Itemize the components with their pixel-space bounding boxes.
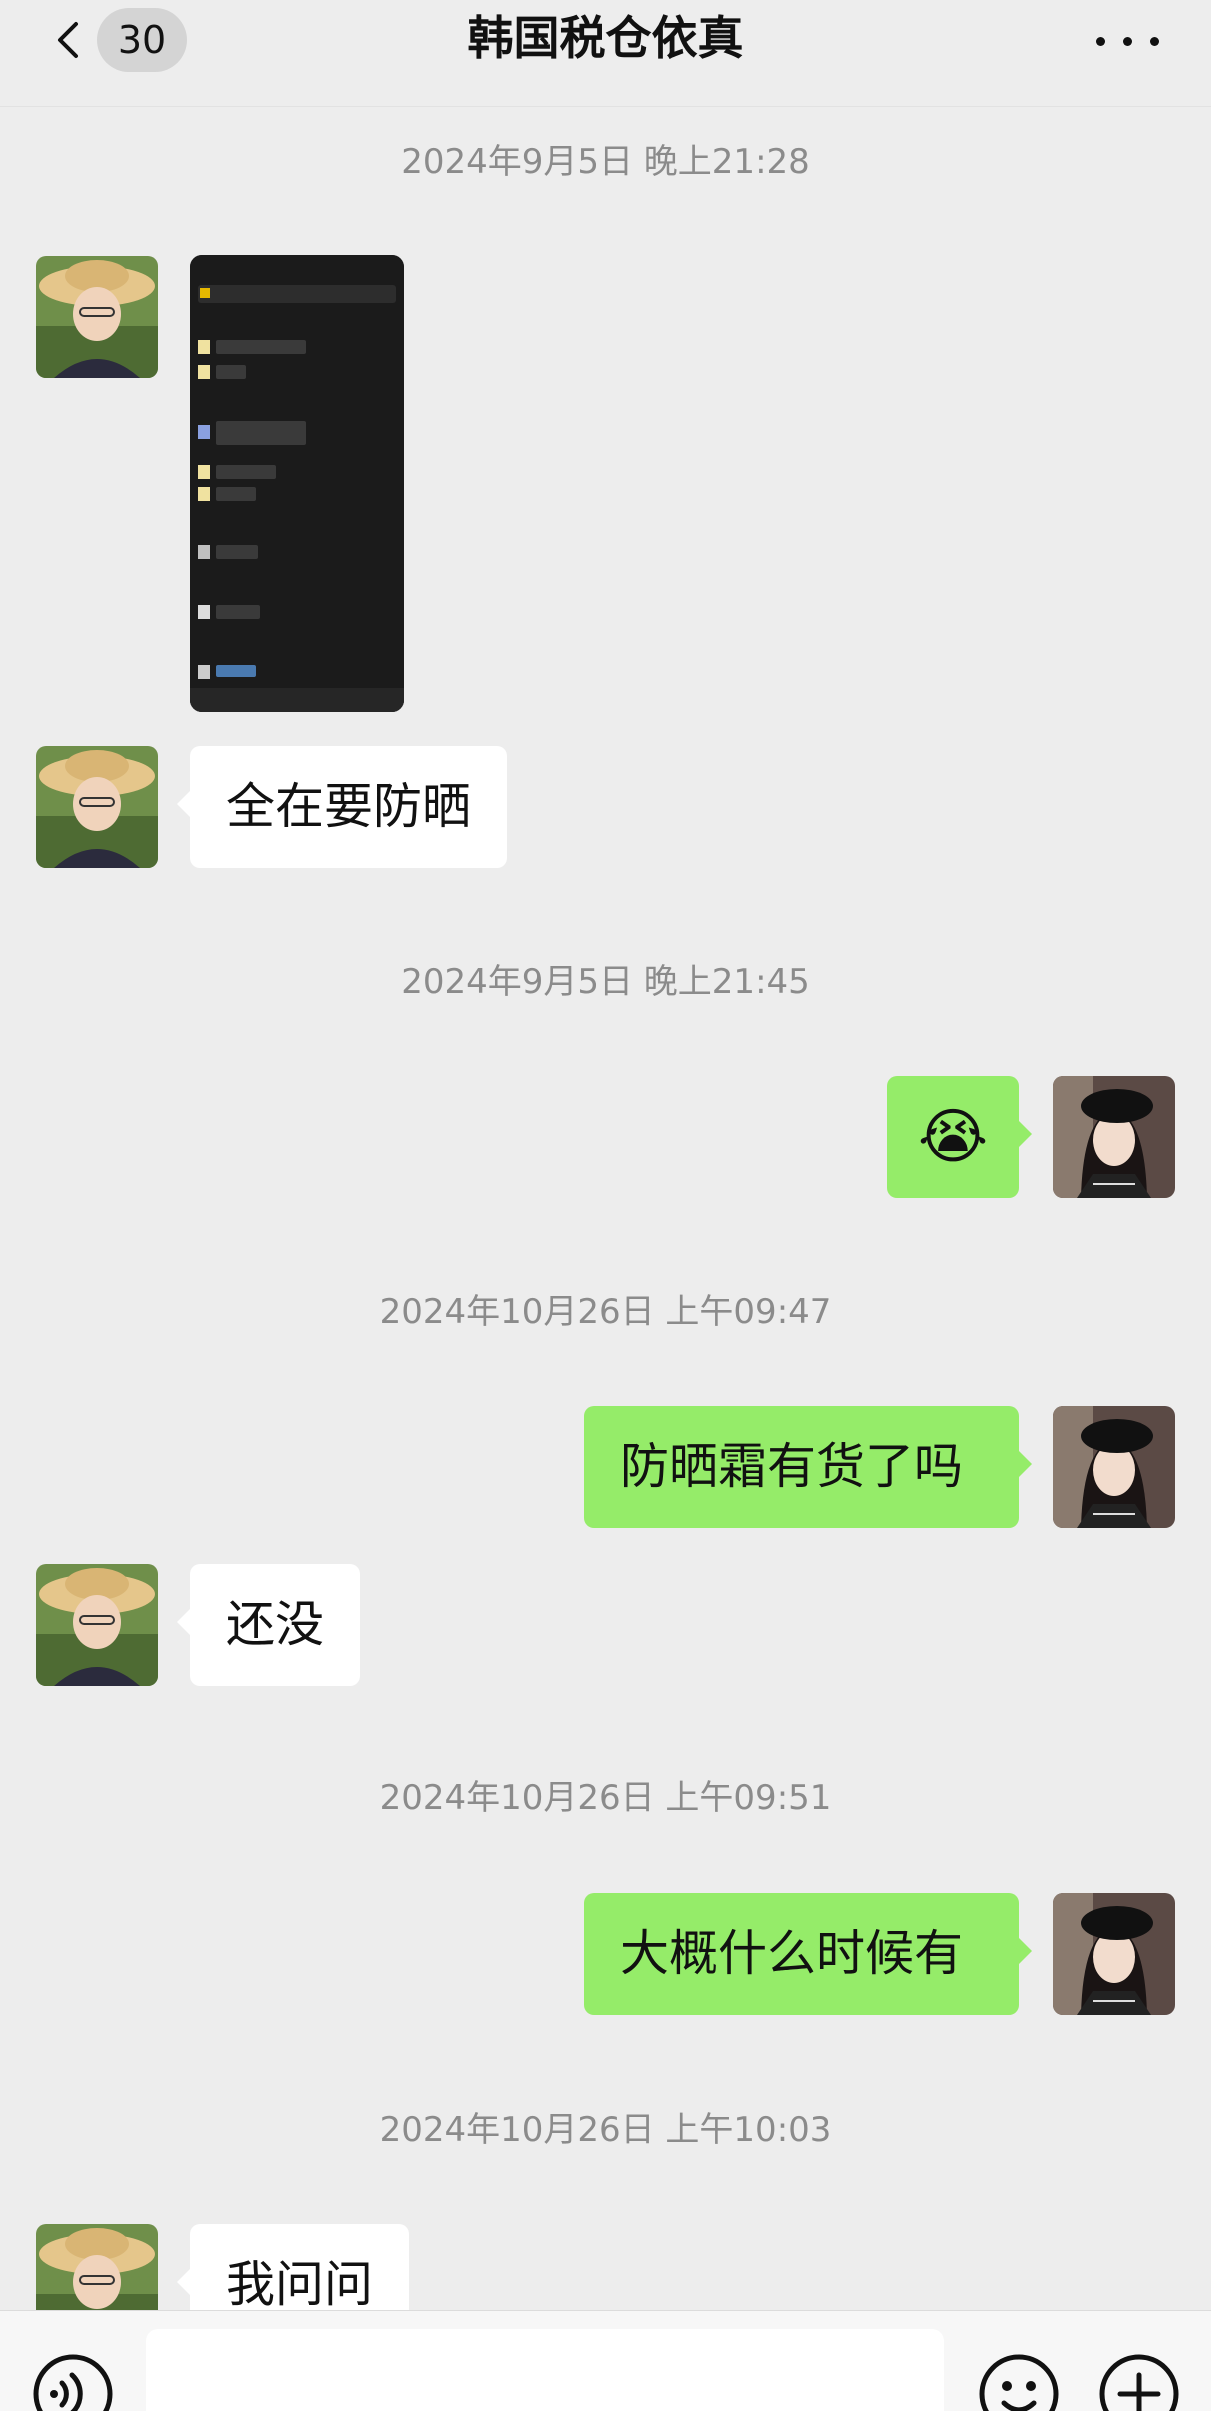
- contact-avatar-photo: [36, 256, 158, 378]
- chat-screenshot-thumbnail: [190, 255, 404, 712]
- chat-title: 韩国税仓依真: [467, 11, 744, 65]
- chevron-left-icon: [58, 22, 78, 58]
- message-input[interactable]: [146, 2329, 944, 2411]
- my-avatar[interactable]: [1053, 1076, 1175, 1198]
- incoming-message-bubble[interactable]: 全在要防晒: [176, 746, 508, 868]
- my-avatar-photo: [1053, 1406, 1175, 1528]
- my-avatar[interactable]: [1053, 1406, 1175, 1528]
- voice-icon[interactable]: [32, 2353, 114, 2411]
- plus-circle-icon[interactable]: [1098, 2353, 1180, 2411]
- back-button[interactable]: 30: [38, 8, 188, 72]
- emoji-face-icon[interactable]: [978, 2353, 1060, 2411]
- my-avatar[interactable]: [1053, 1893, 1175, 2015]
- image-message[interactable]: [190, 255, 404, 712]
- message-timestamp: 2024年10月26日 上午10:03: [379, 2110, 832, 2150]
- message-timestamp: 2024年10月26日 上午09:51: [379, 1778, 832, 1818]
- outgoing-message-bubble[interactable]: 大概什么时候有: [584, 1893, 1032, 2015]
- outgoing-emoji-bubble[interactable]: 😭: [887, 1076, 1032, 1198]
- my-avatar-photo: [1053, 1076, 1175, 1198]
- incoming-message-bubble[interactable]: 还没: [176, 1564, 361, 1686]
- contact-avatar-photo: [36, 1564, 158, 1686]
- contact-avatar-photo: [36, 746, 158, 868]
- more-options-button[interactable]: [1090, 20, 1166, 60]
- my-avatar-photo: [1053, 1893, 1175, 2015]
- message-timestamp: 2024年9月5日 晚上21:45: [401, 962, 810, 1002]
- input-bar: [0, 2310, 1211, 2411]
- chat-header: 30 韩国税仓依真: [0, 0, 1211, 107]
- message-timestamp: 2024年10月26日 上午09:47: [379, 1292, 832, 1332]
- more-horizontal-icon: [1096, 37, 1105, 46]
- contact-avatar[interactable]: [36, 1564, 158, 1686]
- contact-avatar[interactable]: [36, 746, 158, 868]
- unread-count-badge: 30: [97, 8, 187, 72]
- outgoing-message-bubble[interactable]: 防晒霜有货了吗: [584, 1406, 1032, 1528]
- message-timestamp: 2024年9月5日 晚上21:28: [401, 142, 810, 182]
- contact-avatar[interactable]: [36, 256, 158, 378]
